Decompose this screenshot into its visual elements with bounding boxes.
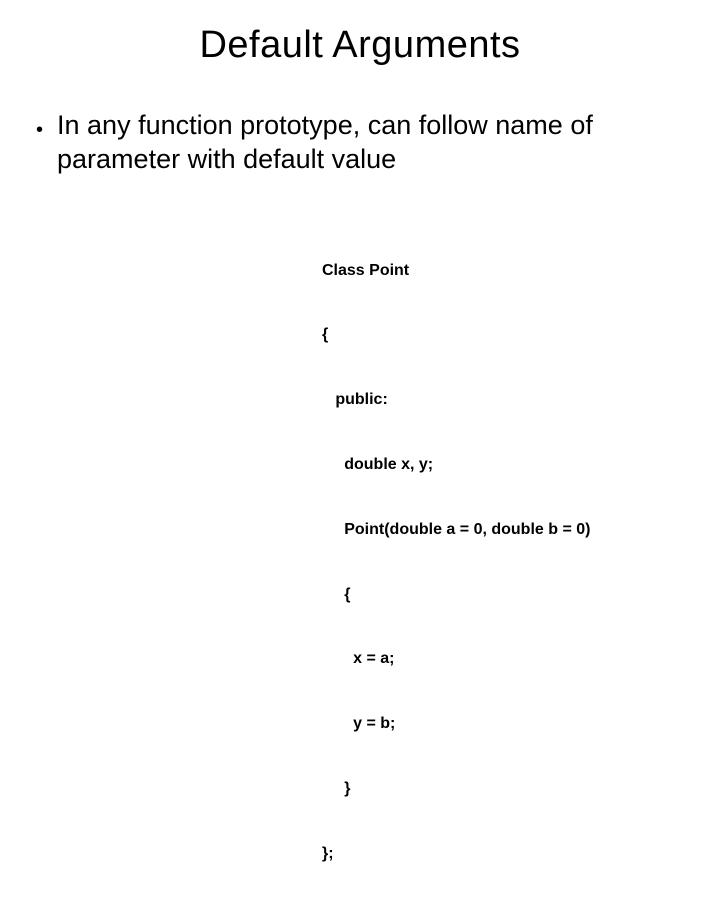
bullet-item: • In any function prototype, can follow … <box>36 109 684 177</box>
code-line: { <box>322 584 684 606</box>
code-block: Class Point { public: double x, y; Point… <box>322 217 684 908</box>
code-line: }; <box>322 843 684 865</box>
code-line: double x, y; <box>322 454 684 476</box>
code-line: { <box>322 324 684 346</box>
code-line: public: <box>322 389 684 411</box>
code-line: } <box>322 778 684 800</box>
page-title: Default Arguments <box>36 24 684 67</box>
slide: Default Arguments • In any function prot… <box>0 0 720 540</box>
code-line: Point(double a = 0, double b = 0) <box>322 519 684 541</box>
bullet-text: In any function prototype, can follow na… <box>57 109 684 177</box>
bullet-marker: • <box>36 118 43 143</box>
code-line: Class Point <box>322 260 684 282</box>
code-line: x = a; <box>322 648 684 670</box>
code-line: y = b; <box>322 713 684 735</box>
